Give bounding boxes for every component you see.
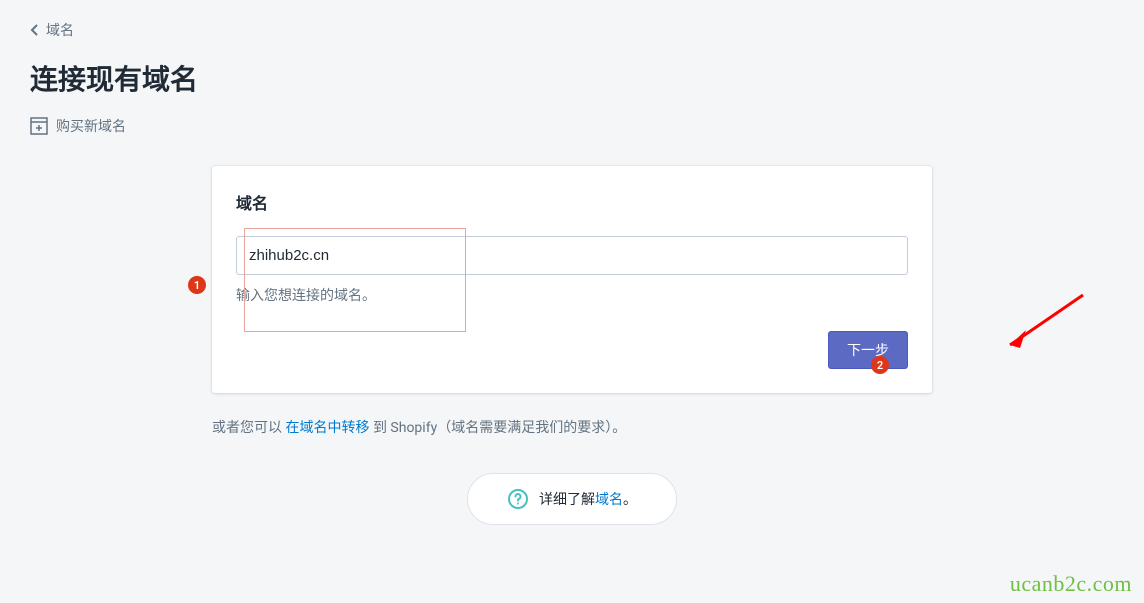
watermark: ucanb2c.com: [1010, 571, 1132, 597]
transfer-domain-link[interactable]: 在域名中转移: [285, 420, 369, 436]
annotation-badge-2: 2: [871, 356, 889, 374]
next-button[interactable]: 下一步: [828, 331, 908, 369]
annotation-badge-1: 1: [188, 276, 206, 294]
breadcrumb-back[interactable]: 域名: [30, 20, 1114, 40]
chevron-left-icon: [30, 24, 40, 36]
buy-new-domain-label: 购买新域名: [56, 116, 126, 136]
domain-input[interactable]: [236, 236, 908, 275]
buy-new-domain-link[interactable]: 购买新域名: [30, 116, 1114, 136]
transfer-text: 或者您可以 在域名中转移 到 Shopify（域名需要满足我们的要求）。: [212, 417, 932, 437]
domain-card: 域名 输入您想连接的域名。 下一步: [212, 166, 932, 393]
page-title: 连接现有域名: [30, 58, 1114, 98]
add-calendar-icon: [30, 117, 48, 135]
question-circle-icon: [507, 488, 529, 510]
learn-more-domain-link[interactable]: 域名: [595, 489, 623, 509]
info-pill: 详细了解 域名。: [467, 473, 677, 525]
breadcrumb-label: 域名: [46, 20, 74, 40]
domain-helper-text: 输入您想连接的域名。: [236, 285, 908, 305]
card-title: 域名: [236, 190, 908, 214]
